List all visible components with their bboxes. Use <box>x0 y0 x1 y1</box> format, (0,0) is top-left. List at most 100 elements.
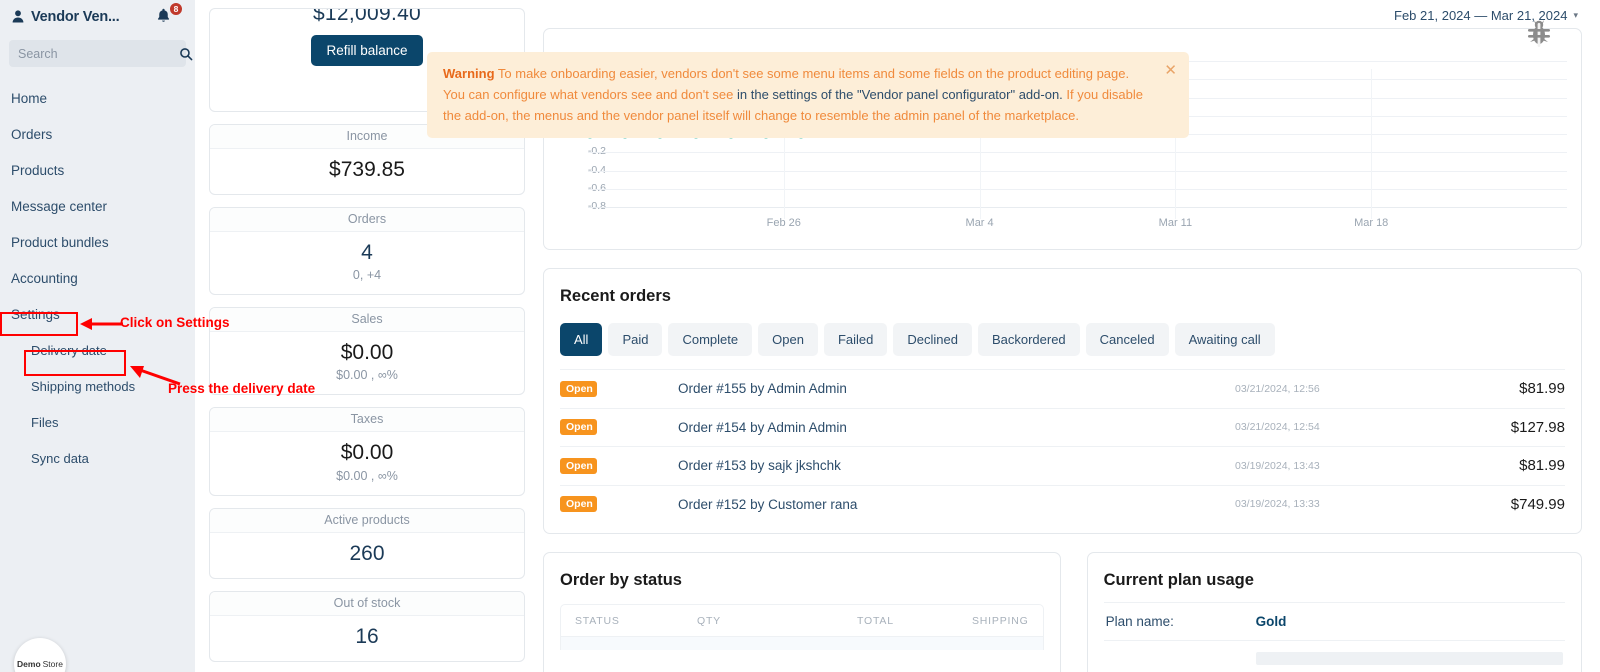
bug-icon <box>1524 18 1554 55</box>
order-link[interactable]: Order #153 by sajk jkshchk <box>678 458 1235 473</box>
demo-store-rest: Store <box>42 659 63 669</box>
sidebar-item-orders[interactable]: Orders <box>0 117 195 153</box>
sidebar-item-sync-data[interactable]: Sync data <box>0 441 195 477</box>
tab-backordered[interactable]: Backordered <box>977 323 1080 356</box>
order-number[interactable]: Order #152 <box>678 497 746 512</box>
order-customer[interactable]: Customer rana <box>768 497 857 512</box>
table-row[interactable]: Open Order #153 by sajk jkshchk 03/19/20… <box>560 446 1565 485</box>
stat-value: 260 <box>349 541 385 565</box>
stat-title: Taxes <box>210 408 524 433</box>
search-box[interactable] <box>9 40 193 67</box>
order-by-status-title: Order by status <box>560 571 682 589</box>
plan-name-value: Gold <box>1255 614 1287 629</box>
demo-store-badge[interactable]: Demo Store <box>14 638 66 672</box>
recent-orders-tabs: All Paid Complete Open Failed Declined B… <box>560 323 1565 356</box>
table-row[interactable]: Open Order #155 by Admin Admin 03/21/202… <box>560 369 1565 408</box>
tab-complete[interactable]: Complete <box>668 323 753 356</box>
sidebar-item-shipping-methods[interactable]: Shipping methods <box>0 369 195 405</box>
bottom-panels: Order by status STATUS QTY TOTAL SHIPPIN… <box>543 552 1582 672</box>
stat-body: $739.85 <box>210 149 524 194</box>
sidebar: Vendor Ven... 8 Home Orders Products Mes… <box>0 0 195 672</box>
brand-name: Vendor Ven... <box>31 8 120 25</box>
order-date: 03/21/2024, 12:54 <box>1235 421 1320 434</box>
sidebar-item-delivery-date[interactable]: Delivery date <box>0 333 195 369</box>
order-link[interactable]: Order #155 by Admin Admin <box>678 381 1235 396</box>
sidebar-item-files[interactable]: Files <box>0 405 195 441</box>
order-by: by <box>750 496 765 512</box>
order-by-status-panel: Order by status STATUS QTY TOTAL SHIPPIN… <box>543 552 1061 672</box>
chart-y-tick: -0.4 <box>587 163 606 176</box>
order-date: 03/21/2024, 12:56 <box>1235 382 1320 395</box>
sidebar-item-products[interactable]: Products <box>0 153 195 189</box>
order-link[interactable]: Order #152 by Customer rana <box>678 497 1235 512</box>
order-total: $81.99 <box>1519 380 1565 398</box>
order-customer[interactable]: Admin Admin <box>767 381 847 396</box>
order-total: $127.98 <box>1510 418 1565 436</box>
annotation-press-delivery: Press the delivery date <box>168 381 316 396</box>
stat-sub: $0.00 , ∞% <box>336 468 398 483</box>
search-icon[interactable] <box>179 47 193 61</box>
column-shipping: SHIPPING <box>972 615 1029 627</box>
order-number[interactable]: Order #155 <box>678 381 746 396</box>
stat-title: Orders <box>210 208 524 233</box>
demo-store-bold: Demo <box>17 659 41 669</box>
warning-text-2: in the settings of the "Vendor panel con… <box>737 87 1063 102</box>
order-number[interactable]: Order #153 <box>678 458 746 473</box>
plan-products-progress <box>1255 652 1563 665</box>
tab-open[interactable]: Open <box>758 323 818 356</box>
sidebar-item-accounting[interactable]: Accounting <box>0 261 195 297</box>
order-number[interactable]: Order #154 <box>678 420 746 435</box>
tab-all[interactable]: All <box>560 323 603 356</box>
stat-body: 4 0, +4 <box>210 232 524 294</box>
table-header-row: STATUS QTY TOTAL SHIPPING <box>561 605 1043 636</box>
recent-orders-inner: Recent orders All Paid Complete Open Fai… <box>544 269 1581 533</box>
plan-usage-title: Current plan usage <box>1103 571 1254 589</box>
recent-orders-panel: Recent orders All Paid Complete Open Fai… <box>543 268 1582 534</box>
notifications-button[interactable]: 8 <box>155 2 183 29</box>
stat-card-orders: Orders 4 0, +4 <box>209 207 525 296</box>
tab-declined[interactable]: Declined <box>893 323 972 356</box>
stat-title: Out of stock <box>210 591 524 616</box>
stat-card-active-products: Active products 260 <box>209 507 525 579</box>
tab-canceled[interactable]: Canceled <box>1085 323 1169 356</box>
tab-failed[interactable]: Failed <box>823 323 888 356</box>
order-by-status-table: STATUS QTY TOTAL SHIPPING <box>560 604 1044 650</box>
column-qty: QTY <box>697 615 721 627</box>
chart-y-tick: -0.2 <box>587 145 606 158</box>
status-badge: Open <box>560 419 597 436</box>
tab-awaiting-call[interactable]: Awaiting call <box>1174 323 1275 356</box>
table-row <box>561 636 1043 650</box>
tab-paid[interactable]: Paid <box>608 323 663 356</box>
warning-label: Warning <box>443 66 495 81</box>
recent-orders-table: Open Order #155 by Admin Admin 03/21/202… <box>560 369 1565 523</box>
status-badge: Open <box>560 457 597 474</box>
stat-value: $0.00 <box>340 441 394 465</box>
notification-badge: 8 <box>169 2 183 16</box>
sidebar-item-product-bundles[interactable]: Product bundles <box>0 225 195 261</box>
chart-y-tick: -0.6 <box>587 181 606 194</box>
chart-gridline <box>588 170 1567 172</box>
order-total: $749.99 <box>1510 495 1565 513</box>
order-total: $81.99 <box>1519 457 1565 475</box>
stat-title: Active products <box>210 508 524 533</box>
stat-body: 16 <box>210 616 524 661</box>
stat-value: 4 <box>361 241 373 265</box>
table-row[interactable]: Open Order #152 by Customer rana 03/19/2… <box>560 484 1565 524</box>
sidebar-item-message-center[interactable]: Message center <box>0 189 195 225</box>
column-status: STATUS <box>575 615 620 627</box>
sidebar-item-home[interactable]: Home <box>0 81 195 117</box>
order-link[interactable]: Order #154 by Admin Admin <box>678 420 1235 435</box>
current-plan-usage-panel: Current plan usage Plan name: Gold <box>1086 552 1582 672</box>
order-customer[interactable]: sajk jkshchk <box>768 458 841 473</box>
order-customer[interactable]: Admin Admin <box>767 420 847 435</box>
main-area: Dashboard Feb 21, 2024 — Mar 21, 2024 ▾ … <box>195 0 1600 672</box>
table-row[interactable]: Open Order #154 by Admin Admin 03/21/202… <box>560 407 1565 447</box>
order-by-status-inner: Order by status STATUS QTY TOTAL SHIPPIN… <box>544 553 1060 660</box>
search-input[interactable] <box>18 46 179 61</box>
column-total: TOTAL <box>857 615 894 627</box>
stat-sub: 0, +4 <box>352 268 382 283</box>
stat-body: $0.00 $0.00 , ∞% <box>210 432 524 494</box>
refill-balance-button[interactable]: Refill balance <box>311 35 423 66</box>
plan-usage-inner: Current plan usage Plan name: Gold <box>1088 553 1581 672</box>
close-icon[interactable]: ✕ <box>1164 63 1177 78</box>
